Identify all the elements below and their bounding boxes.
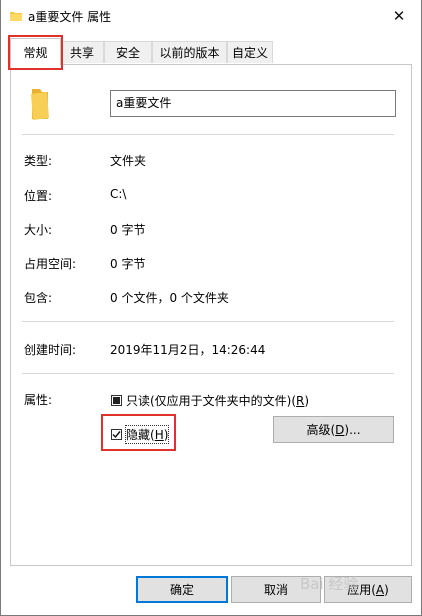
close-button[interactable]: ✕ (384, 2, 414, 30)
tab-sharing[interactable]: 共享 (60, 41, 104, 63)
readonly-checkbox-row[interactable]: 只读(仅应用于文件夹中的文件)(R) (111, 392, 309, 409)
window-frame-left (0, 0, 1, 616)
folder-name-input[interactable]: a重要文件 (110, 90, 396, 117)
folder-icon-small (10, 12, 22, 21)
close-icon: ✕ (392, 7, 406, 25)
tab-security[interactable]: 安全 (104, 41, 152, 63)
tab-previous-versions[interactable]: 以前的版本 (152, 41, 227, 63)
hidden-checkbox-row[interactable]: 隐藏(H) (111, 425, 170, 444)
hidden-label: 隐藏(H) (124, 425, 170, 444)
indeterminate-mark-icon (113, 397, 120, 404)
readonly-label: 只读(仅应用于文件夹中的文件)(R) (126, 394, 310, 408)
watermark: Bai 经验 (300, 575, 359, 593)
tab-customize[interactable]: 自定义 (227, 41, 273, 63)
ok-button[interactable]: 确定 (136, 576, 228, 603)
advanced-button[interactable]: 高级(D)... (273, 416, 394, 443)
highlight-box-tab (8, 35, 63, 70)
window-title: a重要文件 属性 (28, 10, 112, 24)
hidden-checkbox[interactable] (111, 429, 122, 440)
tab-panel-general (10, 64, 412, 566)
checkmark-icon (112, 431, 121, 439)
readonly-checkbox[interactable] (111, 395, 122, 406)
